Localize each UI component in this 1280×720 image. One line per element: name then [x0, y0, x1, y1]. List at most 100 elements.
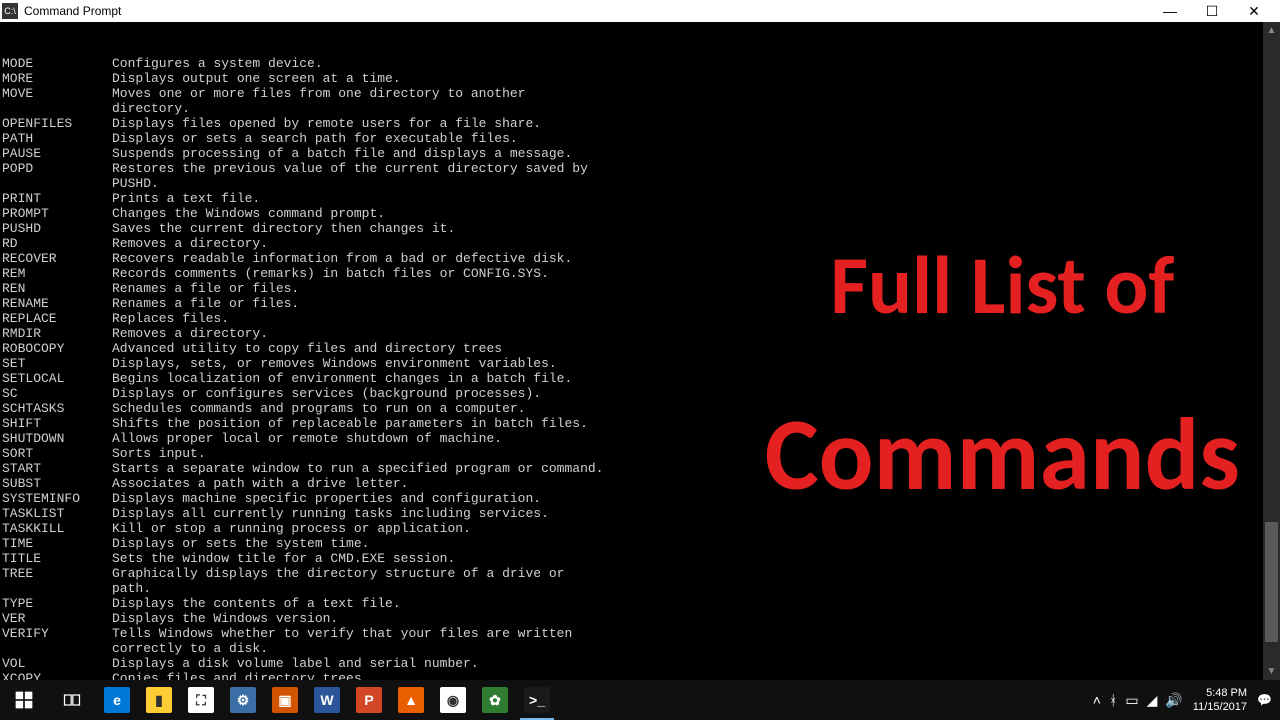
command-name: RMDIR	[2, 326, 112, 341]
start-button[interactable]	[0, 680, 48, 720]
command-name: VOL	[2, 656, 112, 671]
command-row: SETDisplays, sets, or removes Windows en…	[2, 356, 1280, 371]
app-orange-icon: ▣	[272, 687, 298, 713]
command-row: PATHDisplays or sets a search path for e…	[2, 131, 1280, 146]
scroll-down-arrow[interactable]: ▼	[1263, 663, 1280, 680]
command-name: SHIFT	[2, 416, 112, 431]
taskbar-app-app-green[interactable]: ✿	[474, 680, 516, 720]
command-description: Displays the contents of a text file.	[112, 596, 401, 611]
command-description: Moves one or more files from one directo…	[112, 86, 525, 116]
command-row: MODEConfigures a system device.	[2, 56, 1280, 71]
terminal-output[interactable]: MODEConfigures a system device.MORE Displ…	[0, 22, 1280, 680]
command-name: START	[2, 461, 112, 476]
clock-time: 5:48 PM	[1193, 686, 1247, 700]
command-description: Records comments (remarks) in batch file…	[112, 266, 549, 281]
command-description: Prints a text file.	[112, 191, 260, 206]
file-explorer-icon: ▮	[146, 687, 172, 713]
command-row: TYPEDisplays the contents of a text file…	[2, 596, 1280, 611]
command-name: MOVE	[2, 86, 112, 116]
taskbar-clock[interactable]: 5:48 PM 11/15/2017	[1193, 686, 1247, 714]
word-icon: W	[314, 687, 340, 713]
command-description: Displays the Windows version.	[112, 611, 338, 626]
taskbar-app-app-orange[interactable]: ▣	[264, 680, 306, 720]
command-row: SYSTEMINFODisplays machine specific prop…	[2, 491, 1280, 506]
taskbar-app-vlc[interactable]: ▲	[390, 680, 432, 720]
vertical-scrollbar[interactable]: ▲ ▼	[1263, 22, 1280, 680]
command-description: Replaces files.	[112, 311, 229, 326]
command-name: RECOVER	[2, 251, 112, 266]
wifi-icon[interactable]: ◢	[1147, 692, 1158, 709]
task-view-icon	[62, 690, 82, 710]
command-description: Sets the window title for a CMD.EXE sess…	[112, 551, 455, 566]
command-row: RENRenames a file or files.	[2, 281, 1280, 296]
minimize-button[interactable]: —	[1158, 4, 1182, 18]
scroll-up-arrow[interactable]: ▲	[1263, 22, 1280, 39]
command-row: PRINTPrints a text file.	[2, 191, 1280, 206]
command-name: TREE	[2, 566, 112, 596]
windows-icon	[14, 690, 34, 710]
window-title: Command Prompt	[24, 4, 1158, 18]
command-description: Advanced utility to copy files and direc…	[112, 341, 502, 356]
battery-icon[interactable]: ▭	[1125, 692, 1138, 709]
task-view-button[interactable]	[48, 680, 96, 720]
settings-icon: ⚙	[230, 687, 256, 713]
command-row: SHIFTShifts the position of replaceable …	[2, 416, 1280, 431]
command-description: Allows proper local or remote shutdown o…	[112, 431, 502, 446]
command-description: Restores the previous value of the curre…	[112, 161, 588, 191]
command-row: SUBSTAssociates a path with a drive lett…	[2, 476, 1280, 491]
taskbar-app-word[interactable]: W	[306, 680, 348, 720]
clock-date: 11/15/2017	[1193, 700, 1247, 714]
command-name: REM	[2, 266, 112, 281]
command-description: Displays, sets, or removes Windows envir…	[112, 356, 557, 371]
close-button[interactable]: ✕	[1242, 4, 1266, 18]
command-description: Displays or configures services (backgro…	[112, 386, 541, 401]
command-name: MORE	[2, 71, 112, 86]
command-row: TASKLISTDisplays all currently running t…	[2, 506, 1280, 521]
command-name: RD	[2, 236, 112, 251]
vlc-icon: ▲	[398, 687, 424, 713]
command-name: PROMPT	[2, 206, 112, 221]
command-name: REN	[2, 281, 112, 296]
scrollbar-thumb[interactable]	[1265, 522, 1278, 642]
window-titlebar: C:\ Command Prompt — ☐ ✕	[0, 0, 1280, 22]
command-row: OPENFILESDisplays files opened by remote…	[2, 116, 1280, 131]
tray-chevron-icon[interactable]: ˄	[1093, 692, 1101, 708]
system-tray[interactable]: ˄ ᚼ ▭ ◢ 🔊	[1093, 692, 1183, 709]
command-description: Starts a separate window to run a specif…	[112, 461, 603, 476]
taskbar-app-cmd[interactable]: >_	[516, 680, 558, 720]
taskbar-app-file-explorer[interactable]: ▮	[138, 680, 180, 720]
command-name: SET	[2, 356, 112, 371]
command-description: Kill or stop a running process or applic…	[112, 521, 471, 536]
command-description: Changes the Windows command prompt.	[112, 206, 385, 221]
command-description: Sorts input.	[112, 446, 206, 461]
command-name: XCOPY	[2, 671, 112, 680]
taskbar-app-store[interactable]: ⛶	[180, 680, 222, 720]
command-name: RENAME	[2, 296, 112, 311]
maximize-button[interactable]: ☐	[1200, 4, 1224, 18]
notifications-icon[interactable]: 💬	[1257, 693, 1272, 707]
command-row: RECOVERRecovers readable information fro…	[2, 251, 1280, 266]
bluetooth-icon[interactable]: ᚼ	[1109, 692, 1117, 708]
command-name: VER	[2, 611, 112, 626]
command-row: RDRemoves a directory.	[2, 236, 1280, 251]
taskbar-app-powerpoint[interactable]: P	[348, 680, 390, 720]
command-name: SHUTDOWN	[2, 431, 112, 446]
cmd-icon: >_	[524, 687, 550, 713]
taskbar-app-settings[interactable]: ⚙	[222, 680, 264, 720]
taskbar-app-edge[interactable]: e	[96, 680, 138, 720]
taskbar-app-chrome[interactable]: ◉	[432, 680, 474, 720]
command-description: Shifts the position of replaceable param…	[112, 416, 588, 431]
command-row: PAUSESuspends processing of a batch file…	[2, 146, 1280, 161]
app-icon: C:\	[2, 3, 18, 19]
command-row: PUSHDSaves the current directory then ch…	[2, 221, 1280, 236]
volume-icon[interactable]: 🔊	[1165, 692, 1182, 709]
command-row: RENAMERenames a file or files.	[2, 296, 1280, 311]
command-description: Tells Windows whether to verify that you…	[112, 626, 572, 656]
command-name: SYSTEMINFO	[2, 491, 112, 506]
command-description: Displays files opened by remote users fo…	[112, 116, 541, 131]
command-description: Displays a disk volume label and serial …	[112, 656, 479, 671]
command-row: SHUTDOWNAllows proper local or remote sh…	[2, 431, 1280, 446]
command-row: VERDisplays the Windows version.	[2, 611, 1280, 626]
command-name: PRINT	[2, 191, 112, 206]
taskbar: e ▮ ⛶ ⚙ ▣ WP ▲ ◉✿ >_ ˄ ᚼ ▭ ◢ 🔊 5:48 PM 11/15/201…	[0, 680, 1280, 720]
